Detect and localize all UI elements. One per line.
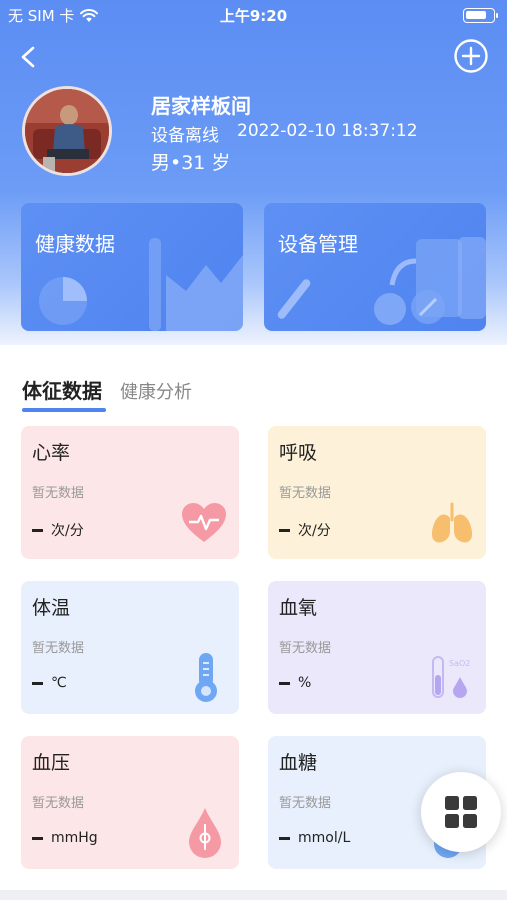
vital-unit: 次/分 <box>51 523 84 539</box>
status-timestamp: 2022-02-10 18:37:12 <box>237 121 418 141</box>
device-illustration-icon <box>277 237 486 325</box>
vital-status: 暂无数据 <box>32 641 85 656</box>
spo2-icon: SaO2 <box>432 656 470 698</box>
back-arrow-icon[interactable] <box>14 42 44 72</box>
vital-name: 心率 <box>32 442 71 464</box>
tab-bar: 体征数据 健康分析 <box>22 375 192 404</box>
vital-name: 血糖 <box>279 752 318 774</box>
vital-unit: mmol/L <box>298 830 351 846</box>
avatar-photo <box>25 89 109 173</box>
device-management-card[interactable]: 设备管理 <box>264 203 486 331</box>
lungs-icon <box>431 502 473 543</box>
heart-icon <box>182 503 226 542</box>
status-time: 上午9:20 <box>219 7 288 25</box>
empty-value-dash <box>32 528 43 532</box>
respiration-card[interactable]: 呼吸 暂无数据 次/分 <box>268 426 486 559</box>
grid-menu-button[interactable] <box>421 772 501 852</box>
empty-value-dash <box>279 681 290 685</box>
empty-value-dash <box>279 528 290 532</box>
vital-status: 暂无数据 <box>32 796 85 811</box>
spo2-card[interactable]: 血氧 暂无数据 % SaO2 <box>268 581 486 714</box>
add-circle-icon[interactable] <box>453 38 489 74</box>
battery-level <box>466 11 486 19</box>
bottom-strip <box>0 890 507 900</box>
vital-status: 暂无数据 <box>279 796 332 811</box>
spo2-icon-text: SaO2 <box>449 659 470 668</box>
empty-value-dash <box>32 836 43 840</box>
vital-value: % <box>279 675 311 691</box>
blood-pressure-card[interactable]: 血压 暂无数据 mmHg <box>21 736 239 869</box>
tab-active-indicator <box>22 408 106 412</box>
tab-vital-signs[interactable]: 体征数据 <box>22 375 102 404</box>
health-data-card[interactable]: 健康数据 <box>21 203 243 331</box>
vital-unit: % <box>298 675 312 691</box>
vital-name: 呼吸 <box>279 442 318 464</box>
grid-icon <box>445 796 477 828</box>
vital-name: 血氧 <box>279 597 318 619</box>
vital-value: mmol/L <box>279 830 350 846</box>
vital-value: 次/分 <box>279 520 331 540</box>
profile-status-line: 设备离线 2022-02-10 18:37:12 <box>151 121 418 146</box>
vital-value: mmHg <box>32 830 98 846</box>
profile-name: 居家样板间 <box>151 94 251 118</box>
vital-value: ℃ <box>32 675 67 691</box>
health-data-label: 健康数据 <box>35 232 115 256</box>
vital-unit: mmHg <box>51 830 98 846</box>
thermometer-icon <box>195 653 217 702</box>
vital-status: 暂无数据 <box>279 641 332 656</box>
vital-status: 暂无数据 <box>279 486 332 501</box>
vital-name: 血压 <box>32 752 71 774</box>
gender-age: 男•31 岁 <box>151 152 231 174</box>
tab-health-analysis[interactable]: 健康分析 <box>120 378 192 404</box>
device-management-label: 设备管理 <box>278 232 358 256</box>
vital-unit: 次/分 <box>298 523 331 539</box>
avatar[interactable] <box>22 86 112 176</box>
device-status: 设备离线 <box>151 126 219 146</box>
battery-icon <box>463 8 498 23</box>
status-bar: 无 SIM 卡 上午9:20 <box>0 0 507 30</box>
heart-rate-card[interactable]: 心率 暂无数据 次/分 <box>21 426 239 559</box>
vital-value: 次/分 <box>32 520 84 540</box>
empty-value-dash <box>32 681 43 685</box>
temperature-card[interactable]: 体温 暂无数据 ℃ <box>21 581 239 714</box>
empty-value-dash <box>279 836 290 840</box>
chart-illustration-icon <box>39 238 243 331</box>
vital-status: 暂无数据 <box>32 486 85 501</box>
header-hero: 无 SIM 卡 上午9:20 居家样板间 设备离线 2022-02-10 18:… <box>0 0 507 345</box>
vital-name: 体温 <box>32 597 71 619</box>
blood-drop-icon <box>189 808 221 858</box>
vital-unit: ℃ <box>51 675 67 691</box>
